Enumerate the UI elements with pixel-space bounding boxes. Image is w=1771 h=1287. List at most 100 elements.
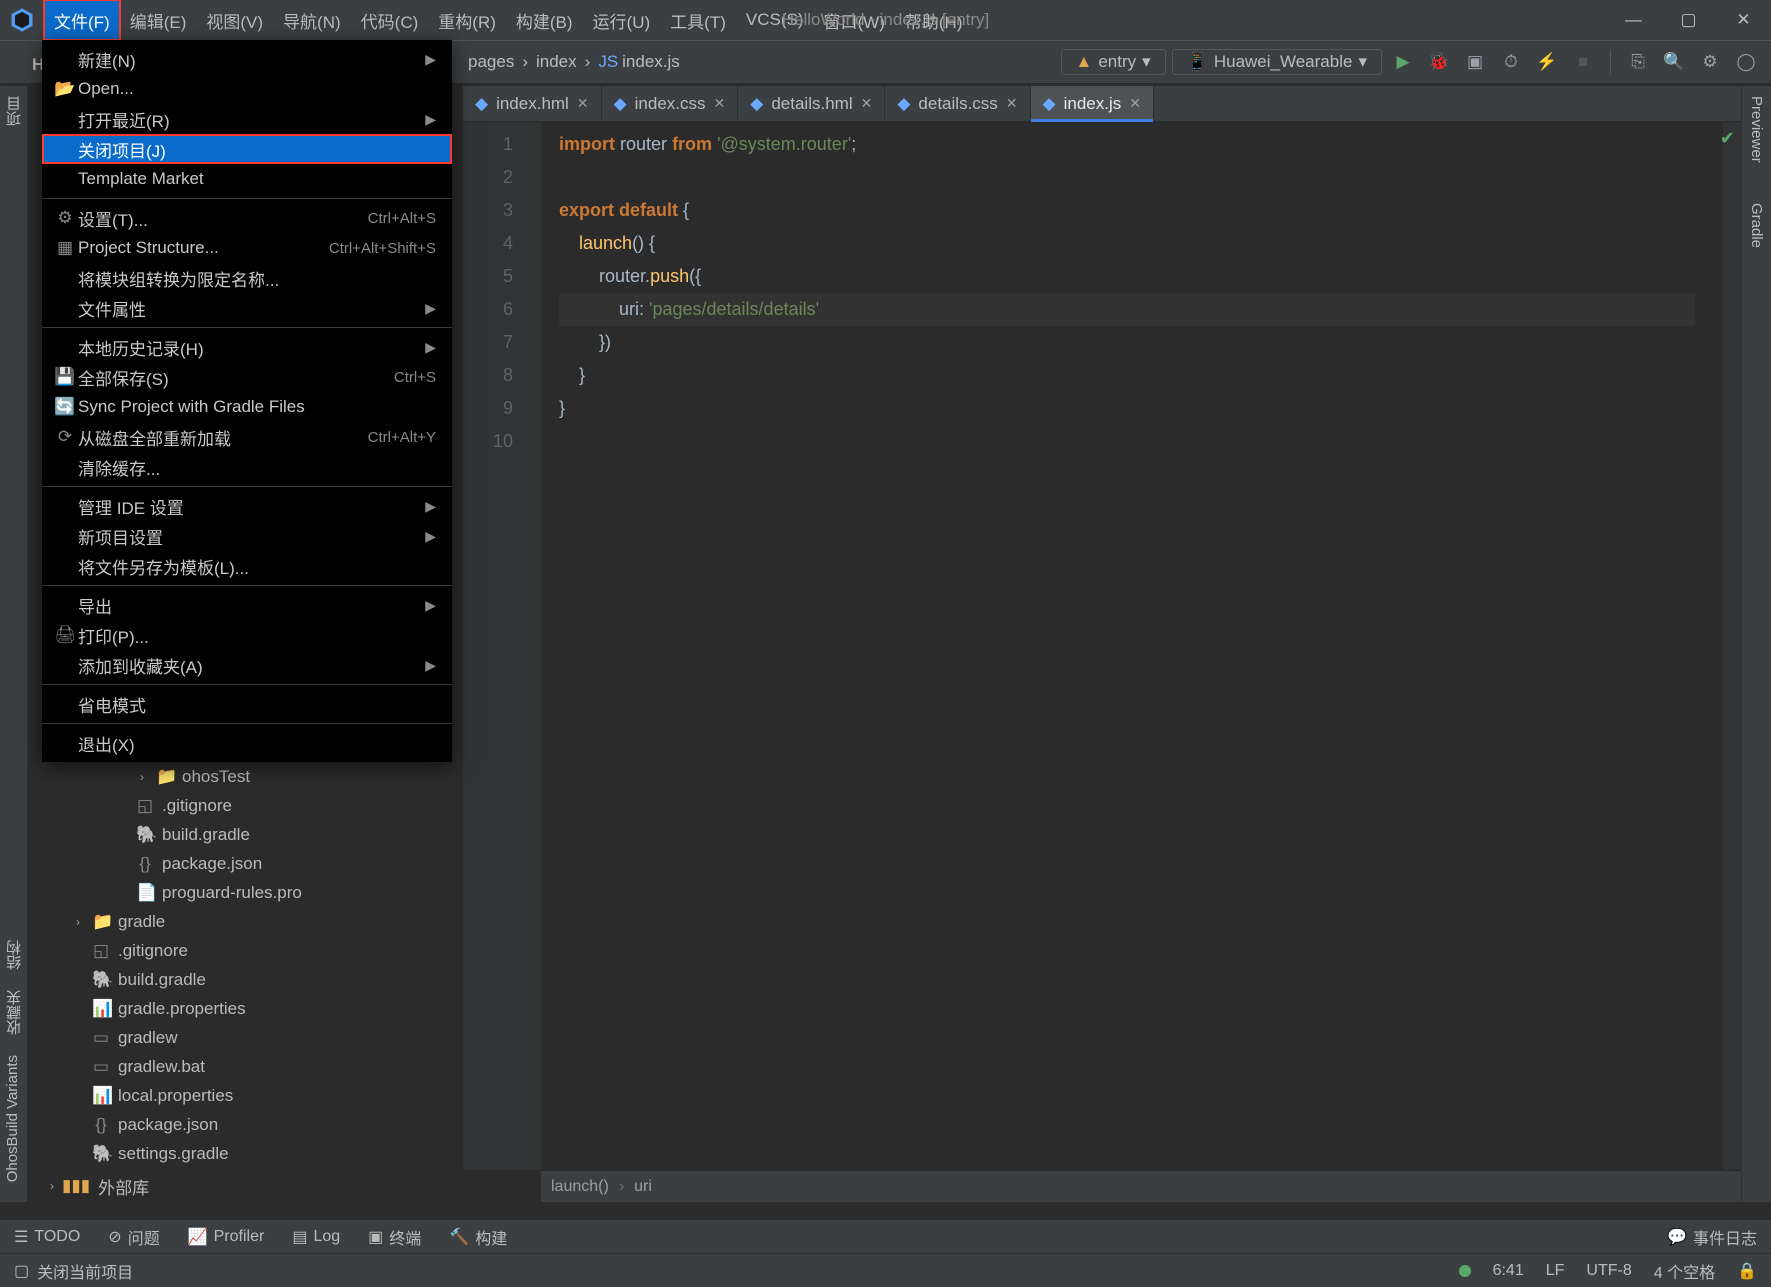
tw-terminal[interactable]: ▣终端 [368,1225,421,1249]
tw-todo[interactable]: ☰TODO [14,1227,80,1247]
expand-toggle[interactable]: › [50,1179,54,1193]
line-number[interactable]: 8 [473,359,513,392]
menu-item-设置t[interactable]: ⚙设置(T)...Ctrl+Alt+S [42,203,452,233]
rail-gradle[interactable]: Gradle [1742,193,1771,258]
bc-launch[interactable]: launch() [551,1178,609,1196]
editor-tab-details-hml[interactable]: ◆details.hml✕ [738,86,885,121]
tw-build[interactable]: 🔨构建 [449,1225,507,1249]
menu-item-open[interactable]: 📂Open... [42,74,452,104]
menu-item-本地历史记录h[interactable]: 本地历史记录(H)▶ [42,332,452,362]
menu-item-文件属性[interactable]: 文件属性▶ [42,293,452,323]
line-number[interactable]: 9 [473,392,513,425]
tree-row[interactable]: 🐘settings.gradle [46,1139,456,1168]
line-number[interactable]: 7 [473,326,513,359]
stop-button[interactable]: ■ [1568,47,1598,77]
menu-item-project-structure[interactable]: ▦Project Structure...Ctrl+Alt+Shift+S [42,233,452,263]
line-number[interactable]: 6 [473,293,513,326]
menu-navigate[interactable]: 导航(N) [273,0,351,40]
editor-tab-index-js[interactable]: ◆index.js✕ [1031,86,1154,121]
close-tab-icon[interactable]: ✕ [577,95,589,112]
menu-build[interactable]: 构建(B) [506,0,583,40]
readonly-toggle[interactable]: 🔒 [1737,1261,1757,1281]
fold-column[interactable] [523,122,541,1170]
code-editor[interactable]: import router from '@system.router'; exp… [541,122,1713,1170]
indent-setting[interactable]: 4 个空格 [1654,1259,1715,1283]
settings-button[interactable]: ⚙ [1695,47,1725,77]
bc-uri[interactable]: uri [634,1178,652,1196]
editor-tab-index-css[interactable]: ◆index.css✕ [602,86,739,121]
tree-row[interactable]: 📄proguard-rules.pro [46,878,456,907]
menu-run[interactable]: 运行(U) [583,0,661,40]
rail-structure[interactable]: 结构 [0,930,29,980]
file-encoding[interactable]: UTF-8 [1586,1262,1631,1280]
line-ending[interactable]: LF [1546,1262,1565,1280]
menu-item-省电模式[interactable]: 省电模式 [42,689,452,719]
rail-previewer[interactable]: Previewer [1742,86,1771,173]
vcs-button[interactable]: ⎘ [1623,47,1653,77]
menu-item-导出[interactable]: 导出▶ [42,590,452,620]
menu-item-打印p[interactable]: 🖨打印(P)... [42,620,452,650]
expand-toggle[interactable]: › [72,915,84,929]
line-number[interactable]: 3 [473,194,513,227]
rail-favorites[interactable]: 收藏夹 [0,980,29,1045]
menu-item-关闭项目j[interactable]: 关闭项目(J) [42,134,452,164]
menu-item-sync-project-with-gradle-files[interactable]: 🔄Sync Project with Gradle Files [42,392,452,422]
rail-ohos-variants[interactable]: OhosBuild Variants [0,1045,25,1192]
profile-button[interactable]: ⏱ [1496,47,1526,77]
line-number[interactable]: 5 [473,260,513,293]
crumb-index[interactable]: index [536,52,577,72]
menu-item-新项目设置[interactable]: 新项目设置▶ [42,521,452,551]
tw-log[interactable]: ▤Log [292,1227,340,1247]
tree-row[interactable]: ▭gradlew.bat [46,1052,456,1081]
inspection-ok-icon[interactable]: ✔ [1720,128,1735,149]
menu-item-全部保存s[interactable]: 💾全部保存(S)Ctrl+S [42,362,452,392]
tw-profiler[interactable]: 📈Profiler [188,1227,265,1247]
status-ok-icon[interactable] [1459,1265,1471,1277]
tree-row[interactable]: ▭gradlew [46,1023,456,1052]
editor-right-gutter[interactable] [1723,122,1741,1170]
tree-row[interactable]: ◱.gitignore [46,791,456,820]
crumb-pages[interactable]: pages [468,52,514,72]
menu-tools[interactable]: 工具(T) [660,0,736,40]
menu-item-从磁盘全部重新加载[interactable]: ⟳从磁盘全部重新加载Ctrl+Alt+Y [42,422,452,452]
device-selector[interactable]: 📱 Huawei_Wearable ▾ [1172,49,1382,75]
tw-events[interactable]: 💬事件日志 [1667,1225,1757,1249]
menu-code[interactable]: 代码(C) [351,0,429,40]
menu-edit[interactable]: 编辑(E) [120,0,197,40]
close-tab-icon[interactable]: ✕ [714,95,726,112]
line-gutter[interactable]: 12345678910 [463,122,523,1170]
expand-toggle[interactable]: › [136,770,148,784]
menu-item-退出x[interactable]: 退出(X) [42,728,452,758]
line-number[interactable]: 1 [473,128,513,161]
menu-item-将文件另存为模板l[interactable]: 将文件另存为模板(L)... [42,551,452,581]
tree-row[interactable]: 📊local.properties [46,1081,456,1110]
menu-item-新建n[interactable]: 新建(N)▶ [42,44,452,74]
line-number[interactable]: 4 [473,227,513,260]
menu-item-template-market[interactable]: Template Market [42,164,452,194]
tw-problems[interactable]: ⊘问题 [108,1225,159,1249]
tree-row[interactable]: {}package.json [46,849,456,878]
run-config-selector[interactable]: ▲ entry ▾ [1061,49,1166,75]
hot-reload-button[interactable]: ⚡ [1532,47,1562,77]
tree-row[interactable]: ›📁gradle [46,907,456,936]
project-tree[interactable]: ›📁ohosTest◱.gitignore🐘build.gradle{}pack… [46,762,456,1168]
close-tab-icon[interactable]: ✕ [1006,95,1018,112]
tree-row[interactable]: {}package.json [46,1110,456,1139]
close-tab-icon[interactable]: ✕ [861,95,873,112]
coverage-button[interactable]: ▣ [1460,47,1490,77]
minimize-button[interactable]: — [1606,0,1661,40]
menu-view[interactable]: 视图(V) [196,0,273,40]
run-button[interactable]: ▶ [1388,47,1418,77]
menu-file[interactable]: 文件(F) [44,0,120,40]
close-tab-icon[interactable]: ✕ [1129,95,1141,112]
maximize-button[interactable]: ▢ [1661,0,1716,40]
menu-item-将模块组转换为限定名称[interactable]: 将模块组转换为限定名称... [42,263,452,293]
line-number[interactable]: 10 [473,425,513,458]
tree-row[interactable]: ›📁ohosTest [46,762,456,791]
caret-position[interactable]: 6:41 [1493,1262,1524,1280]
close-button[interactable]: ✕ [1716,0,1771,40]
menu-refactor[interactable]: 重构(R) [428,0,506,40]
menu-item-管理-ide-设置[interactable]: 管理 IDE 设置▶ [42,491,452,521]
crumb-file[interactable]: index.js [622,52,680,72]
search-everywhere-button[interactable]: 🔍 [1659,47,1689,77]
